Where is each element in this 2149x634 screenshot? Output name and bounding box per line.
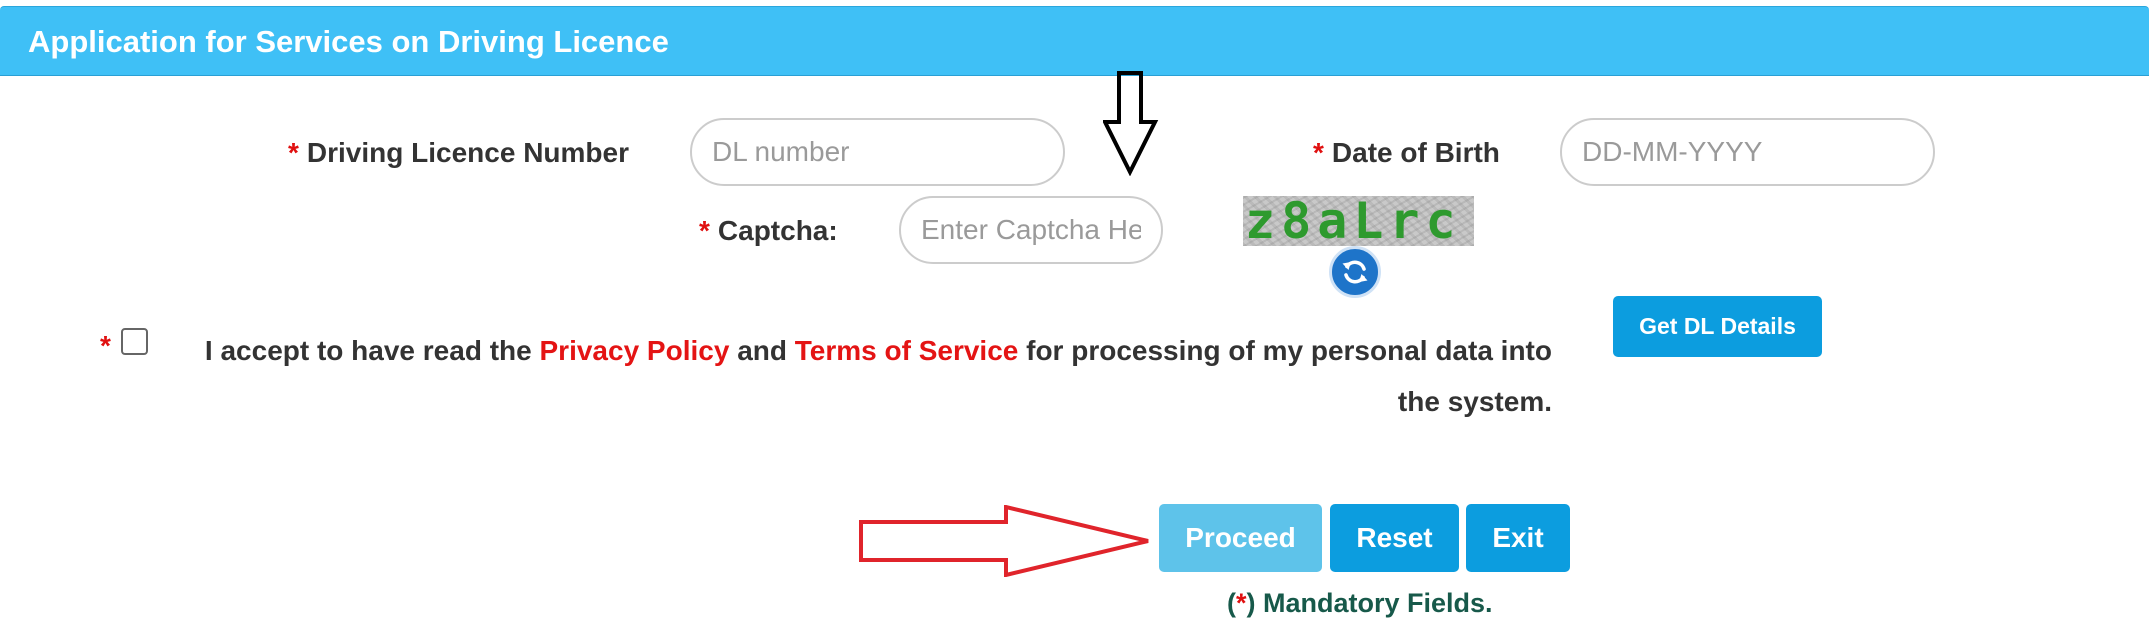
page-header: Application for Services on Driving Lice… [0,6,2149,76]
required-asterisk: * [1313,137,1324,168]
captcha-image-text: z8aLrc [1245,196,1462,246]
refresh-icon [1342,260,1368,284]
captcha-refresh-button[interactable] [1329,246,1381,298]
exit-button[interactable]: Exit [1466,504,1570,572]
privacy-policy-link[interactable]: Privacy Policy [540,335,730,366]
dl-number-label-text: Driving Licence Number [306,137,629,168]
mandatory-text: ) Mandatory Fields. [1246,588,1493,618]
captcha-label: * Captcha: [699,215,838,247]
captcha-input[interactable] [899,196,1163,264]
page: Application for Services on Driving Lice… [0,0,2149,634]
reset-button[interactable]: Reset [1330,504,1459,572]
captcha-image: z8aLrc [1243,196,1474,246]
proceed-button[interactable]: Proceed [1159,504,1322,572]
mandatory-star: * [1236,588,1247,618]
mandatory-fields-note: (*) Mandatory Fields. [1227,588,1493,619]
page-title: Application for Services on Driving Lice… [28,24,669,59]
required-asterisk: * [699,215,710,246]
required-asterisk: * [288,137,299,168]
consent-text-after: for processing of my personal data into … [1026,335,1552,417]
terms-of-service-link[interactable]: Terms of Service [795,335,1019,366]
consent-text: I accept to have read the Privacy Policy… [157,325,1552,427]
mandatory-open-paren: ( [1227,588,1236,618]
arrow-down-outline-icon [1103,71,1159,176]
arrow-right-outline-icon [859,505,1149,577]
consent-text-before: I accept to have read the [204,335,532,366]
dl-number-input[interactable] [690,118,1065,186]
consent-text-and: and [737,335,787,366]
dob-label-text: Date of Birth [1331,137,1500,168]
dl-number-label: * Driving Licence Number [288,137,629,169]
captcha-label-text: Captcha: [717,215,838,246]
consent-checkbox[interactable] [121,328,148,355]
dob-label: * Date of Birth [1313,137,1500,169]
consent-required-asterisk: * [100,330,111,361]
dob-input[interactable] [1560,118,1935,186]
get-dl-details-button[interactable]: Get DL Details [1613,296,1822,357]
